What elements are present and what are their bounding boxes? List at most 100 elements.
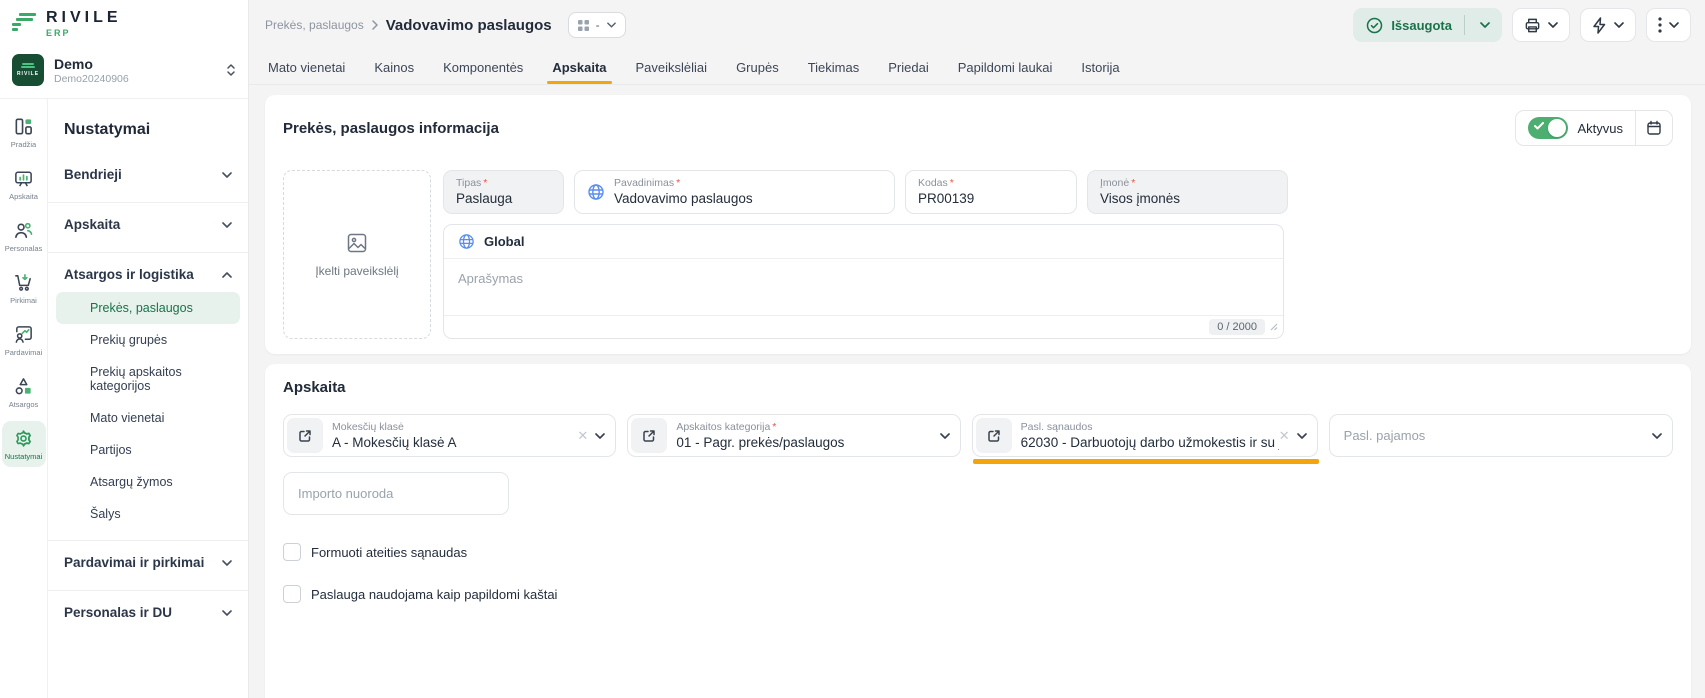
required-marker: *: [676, 177, 680, 189]
imone-field[interactable]: Įmonė* Visos įmonės: [1087, 170, 1288, 214]
sidebar-item-salys[interactable]: Šalys: [56, 498, 240, 530]
automation-button[interactable]: [1580, 8, 1636, 42]
active-toggle-group: Aktyvus: [1515, 110, 1673, 146]
tab-tiekimas[interactable]: Tiekimas: [807, 54, 861, 84]
rail-item-pradzia[interactable]: Pradžia: [2, 109, 46, 155]
rail-item-apskaita[interactable]: Apskaita: [2, 161, 46, 207]
char-counter: 0 / 2000: [1209, 319, 1265, 335]
apskaitos-kategorija-dropdown[interactable]: Apskaitos kategorija* 01 - Pagr. prekės/…: [627, 414, 960, 457]
pavadinimas-field[interactable]: Pavadinimas* Vadovavimo paslaugos: [574, 170, 895, 214]
globe-icon: [587, 183, 605, 201]
header-actions: Išsaugota: [1353, 8, 1691, 42]
chevron-down-icon: [1669, 22, 1679, 28]
tab-apskaita[interactable]: Apskaita: [551, 54, 607, 84]
tab-papildomi-laukai[interactable]: Papildomi laukai: [957, 54, 1054, 84]
chevron-down-icon: [222, 172, 232, 178]
toggle-switch-on[interactable]: [1528, 117, 1568, 139]
sales-chart-icon: [13, 324, 34, 345]
mokesciu-klase-dropdown[interactable]: Mokesčių klasė A - Mokesčių klasė A ✕: [283, 414, 616, 457]
formuoti-ateities-sanaudas-row: Formuoti ateities sąnaudas: [283, 543, 1673, 561]
tab-mato-vienetai[interactable]: Mato vienetai: [267, 54, 346, 84]
open-external-button[interactable]: [287, 418, 323, 453]
clear-icon[interactable]: ✕: [1279, 429, 1290, 442]
rail-item-pirkimai[interactable]: Pirkimai: [2, 265, 46, 311]
image-upload-dropzone[interactable]: Įkelti paveikslėlį: [283, 170, 431, 339]
tipas-field[interactable]: Tipas* Paslauga: [443, 170, 564, 214]
record-picker[interactable]: -: [568, 12, 626, 38]
sidebar-item-mato-vienetai[interactable]: Mato vienetai: [56, 402, 240, 434]
rail-item-pardavimai[interactable]: Pardavimai: [2, 317, 46, 363]
rail-item-nustatymai[interactable]: Nustatymai: [2, 421, 46, 467]
settings-menu: Nustatymai Bendrieji Apskaita Atsargos i…: [48, 99, 248, 698]
kebab-icon: [1658, 17, 1662, 33]
menu-section-personalas-ir-du[interactable]: Personalas ir DU: [48, 595, 248, 630]
tab-komponentes[interactable]: Komponentės: [442, 54, 524, 84]
record-picker-value: -: [596, 18, 600, 32]
calendar-button[interactable]: [1635, 111, 1672, 145]
apskaita-card: Apskaita Mokesčių klasė A - Mokesčių kla…: [265, 364, 1691, 698]
sidebar-item-partijos[interactable]: Partijos: [56, 434, 240, 466]
pasl-sanaudos-dropdown[interactable]: Pasl. sąnaudos 62030 - Darbuotojų darbo …: [972, 414, 1318, 457]
globe-icon: [458, 233, 475, 250]
menu-section-bendrieji[interactable]: Bendrieji: [48, 157, 248, 192]
active-toggle-label: Aktyvus: [1577, 121, 1623, 136]
kodas-value: PR00139: [918, 191, 1064, 206]
tipas-value: Paslauga: [456, 191, 551, 206]
expand-updown-icon: [226, 63, 236, 77]
sidebar-item-prekes-paslaugos[interactable]: Prekės, paslaugos: [56, 292, 240, 324]
chevron-down-icon: [1548, 22, 1558, 28]
dashboard-icon: [13, 116, 34, 137]
paslauga-papildomi-kastai-checkbox[interactable]: [283, 585, 301, 603]
check-circle-icon: [1366, 17, 1383, 34]
tab-istorija[interactable]: Istorija: [1080, 54, 1120, 84]
workspace-selector[interactable]: RIVILE Demo Demo20240906: [0, 44, 248, 99]
saved-label: Išsaugota: [1391, 18, 1452, 33]
tab-kainos[interactable]: Kainos: [373, 54, 415, 84]
sidebar-item-prekiu-grupes[interactable]: Prekių grupės: [56, 324, 240, 356]
formuoti-ateities-sanaudas-checkbox[interactable]: [283, 543, 301, 561]
pavadinimas-value: Vadovavimo paslaugos: [614, 191, 753, 206]
description-textarea[interactable]: Aprašymas: [444, 259, 1283, 315]
detail-tabs: Mato vienetai Kainos Komponentės Apskait…: [249, 48, 1705, 85]
kodas-field[interactable]: Kodas* PR00139: [905, 170, 1077, 214]
menu-section-pardavimai-ir-pirkimai[interactable]: Pardavimai ir pirkimai: [48, 545, 248, 580]
open-external-button[interactable]: [631, 418, 667, 453]
rail-item-personalas[interactable]: Personalas: [2, 213, 46, 259]
people-icon: [13, 220, 34, 241]
chevron-down-icon: [1614, 22, 1624, 28]
clear-icon[interactable]: ✕: [577, 429, 588, 442]
resize-handle-icon[interactable]: [1270, 323, 1278, 331]
external-link-icon: [298, 429, 312, 443]
tab-grupes[interactable]: Grupės: [735, 54, 780, 84]
imone-value: Visos įmonės: [1100, 191, 1275, 206]
left-panel: RIVILE ERP RIVILE Demo Demo20240906 Prad…: [0, 0, 249, 698]
active-toggle[interactable]: Aktyvus: [1516, 117, 1635, 139]
chevron-down-icon: [1297, 433, 1307, 439]
saved-button[interactable]: Išsaugota: [1353, 8, 1502, 42]
required-marker: *: [950, 177, 954, 189]
page-title: Vadovavimo paslaugos: [386, 17, 552, 34]
open-external-button[interactable]: [976, 418, 1012, 453]
tab-priedai[interactable]: Priedai: [887, 54, 929, 84]
lightning-icon: [1592, 17, 1607, 34]
menu-section-atsargos-ir-logistika[interactable]: Atsargos ir logistika: [48, 257, 248, 292]
calendar-icon: [1646, 120, 1662, 136]
sidebar-item-atsargu-zymos[interactable]: Atsargų žymos: [56, 466, 240, 498]
print-button[interactable]: [1512, 8, 1570, 42]
rail-item-atsargos[interactable]: Atsargos: [2, 369, 46, 415]
more-button[interactable]: [1646, 8, 1691, 42]
chevron-down-icon: [940, 433, 950, 439]
external-link-icon: [642, 429, 656, 443]
brand-sub: ERP: [46, 28, 122, 38]
language-tab-global[interactable]: Global: [444, 225, 1283, 259]
image-icon: [345, 231, 369, 255]
sidebar-item-prekiu-apskaitos-kategorijos[interactable]: Prekių apskaitos kategorijos: [56, 356, 240, 402]
workspace-code: Demo20240906: [54, 73, 216, 85]
pasl-pajamos-dropdown[interactable]: Pasl. pajamos: [1329, 414, 1673, 457]
menu-section-apskaita[interactable]: Apskaita: [48, 207, 248, 242]
breadcrumb-parent[interactable]: Prekės, paslaugos: [265, 18, 364, 32]
apskaita-card-title: Apskaita: [283, 379, 1673, 396]
chevron-down-icon[interactable]: [1474, 22, 1496, 28]
tab-paveiksleliai[interactable]: Paveikslėliai: [635, 54, 709, 84]
importo-nuoroda-input[interactable]: [283, 472, 509, 515]
